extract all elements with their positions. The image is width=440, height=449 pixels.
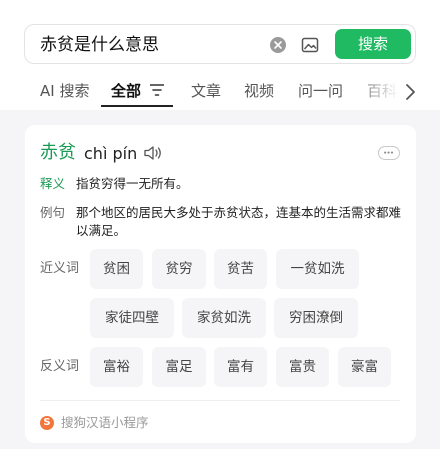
example-label: 例句 [40,205,66,220]
speaker-icon[interactable] [143,144,163,162]
definition-label: 释义 [40,176,66,191]
filter-icon[interactable] [150,84,164,96]
divider [40,400,400,401]
clear-icon[interactable] [270,37,286,53]
dictionary-card: 赤贫 chì pín 释义 指贫穷得一无所有。 例句 那个地区的居民大多处于赤贫… [25,125,416,443]
synonym-chip[interactable]: 贫穷 [152,249,206,289]
tab-all[interactable]: 全部 [111,81,141,101]
antonym-chip[interactable]: 富有 [214,347,267,387]
definition-text: 指贫穷得一无所有。 [76,176,189,191]
sogou-logo-icon: S [40,416,54,430]
chevron-right-icon[interactable] [404,83,416,101]
synonym-chip[interactable]: 贫困 [90,249,143,289]
image-search-icon[interactable] [301,36,319,54]
antonym-chip[interactable]: 富贵 [276,347,329,387]
tab-ask[interactable]: 问一问 [298,81,343,101]
synonym-chip[interactable]: 一贫如洗 [276,249,359,289]
search-box[interactable]: 赤贫是什么意思 搜索 [24,24,416,64]
synonym-chip[interactable]: 家贫如洗 [182,298,266,338]
search-button[interactable]: 搜索 [335,29,411,59]
search-input[interactable]: 赤贫是什么意思 [40,34,159,56]
more-options-icon[interactable] [378,146,400,160]
source-link[interactable]: 搜狗汉语小程序 [61,413,149,433]
synonyms-label: 近义词 [40,261,80,276]
tab-videos[interactable]: 视频 [244,81,274,101]
example-text: 那个地区的居民大多处于赤贫状态，连基本的生活需求都难以满足。 [76,205,402,238]
tab-fade [350,76,440,110]
synonym-chip[interactable]: 贫苦 [214,249,267,289]
synonym-chip[interactable]: 穷困潦倒 [274,298,358,338]
tab-bar: AI 搜索 全部 文章 视频 问一问 百科 [0,76,440,110]
headword: 赤贫 [40,142,76,163]
antonym-chip[interactable]: 豪富 [338,347,391,387]
antonyms-label: 反义词 [40,359,80,374]
antonym-chip[interactable]: 富足 [152,347,206,387]
header: 赤贫是什么意思 搜索 AI 搜索 全部 文章 视频 问一问 百科 [0,0,440,110]
tab-articles[interactable]: 文章 [191,81,221,101]
pinyin: chì pín [84,144,138,163]
tab-ai-search[interactable]: AI 搜索 [40,81,89,101]
antonym-chip[interactable]: 富裕 [90,347,143,387]
active-tab-underline [101,105,173,107]
synonym-chip[interactable]: 家徒四壁 [90,298,174,338]
